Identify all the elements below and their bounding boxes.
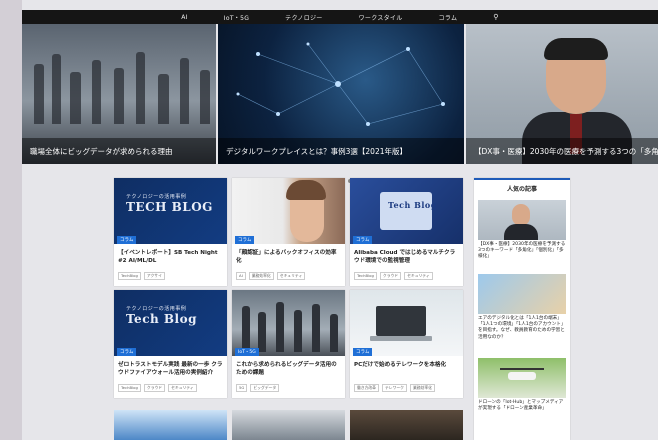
article-title[interactable]: PCだけで始めるテレワークを本格化: [354, 361, 459, 369]
popular-article-thumbnail: [478, 358, 566, 398]
popular-article[interactable]: ドローンの「Iot-Hub」とマップメディアが実現する「ドローン産業革命」: [478, 358, 566, 412]
article-thumbnail: [232, 178, 345, 244]
tag[interactable]: アクサイ: [143, 272, 165, 280]
article-thumbnail: テクノロジーの活用事例 TECH BLOG: [114, 178, 227, 244]
top-nav: AI IoT・5G テクノロジー ワークスタイル コラム ⚲: [22, 10, 658, 24]
tag[interactable]: ビッグデータ: [250, 384, 280, 392]
article-card[interactable]: テクノロジーの活用事例 TECH BLOG コラム 【イベントレポート】SB T…: [114, 178, 227, 286]
article-title[interactable]: ゼロトラストモデル実践 最新の一歩 クラウドファイアウォール活用の実例紹介: [118, 361, 223, 377]
article-card[interactable]: コラム PCだけで始めるテレワークを本格化 働き方改革 テレワーク 業務効率化: [350, 290, 463, 398]
tag-list: AI 業務効率化 セキュリティ: [236, 272, 306, 280]
article-card-partial[interactable]: [350, 410, 463, 440]
sidebar-heading: 人気の記事: [474, 178, 570, 196]
article-title[interactable]: 「顔認証」によるバックオフィスの効率化: [236, 249, 341, 265]
popular-article-title: ドローンの「Iot-Hub」とマップメディアが実現する「ドローン産業革命」: [478, 400, 564, 412]
category-badge[interactable]: コラム: [117, 236, 137, 244]
nav-item-column[interactable]: コラム: [439, 13, 458, 22]
nav-item-workstyle[interactable]: ワークスタイル: [359, 13, 403, 22]
tag[interactable]: クラウド: [143, 384, 166, 392]
article-title[interactable]: 【イベントレポート】SB Tech Night #2 AI/ML/DL: [118, 249, 223, 265]
category-badge[interactable]: IoT・5G: [235, 348, 259, 356]
tag[interactable]: 働き方改革: [354, 384, 379, 392]
article-thumbnail: [350, 290, 463, 356]
tag[interactable]: クラウド: [379, 272, 402, 280]
article-title[interactable]: これから求められるビッグデータ活用のための課題: [236, 361, 341, 377]
popular-article-title: 【DX事・医療】2030年の医療を予測する3つのキーワード「多角化」「個別化」「…: [478, 242, 566, 260]
tag[interactable]: セキュリティ: [168, 384, 197, 392]
article-card[interactable]: コラム 「顔認証」によるバックオフィスの効率化 AI 業務効率化 セキュリティ: [232, 178, 345, 286]
popular-article-thumbnail: [478, 200, 566, 240]
article-thumbnail: [232, 290, 345, 356]
page: AI IoT・5G テクノロジー ワークスタイル コラム ⚲ 職場全体にビッグデ…: [22, 0, 658, 440]
nav-item-ai[interactable]: AI: [181, 14, 187, 21]
hero-carousel: 職場全体にビッグデータが求められる理由 デジタルワークプレイスとは？事例3選【2…: [22, 24, 658, 183]
nav-item-iot[interactable]: IoT・5G: [224, 13, 249, 22]
popular-articles-sidebar: 人気の記事 【DX事・医療】2030年の医療を予測する3つのキーワード「多角化」…: [474, 178, 570, 440]
tag-list: TechBlog クラウド セキュリティ: [354, 272, 433, 280]
tag[interactable]: TechBlog: [118, 384, 141, 392]
category-badge[interactable]: コラム: [353, 236, 373, 244]
tag-list: TechBlog クラウド セキュリティ: [118, 384, 197, 392]
article-title[interactable]: Alibaba Cloud ではじめるマルチクラウド環境での監視管理: [354, 249, 459, 265]
nav-item-technology[interactable]: テクノロジー: [285, 13, 322, 22]
article-card-partial[interactable]: [114, 410, 227, 440]
category-badge[interactable]: コラム: [235, 236, 255, 244]
article-card[interactable]: Tech Blog コラム Alibaba Cloud ではじめるマルチクラウド…: [350, 178, 463, 286]
popular-article-thumbnail: [478, 274, 566, 314]
article-thumbnail: テクノロジーの活用事例 Tech Blog: [114, 290, 227, 356]
tag-list: 働き方改革 テレワーク 業務効率化: [354, 384, 435, 392]
popular-article[interactable]: エアのデジタル化とは「1人1台の端末」「1人1つの環境」「1人1台のアカウント」…: [478, 274, 566, 341]
hero-slide-3[interactable]: 【DX事・医療】2030年の医療を予測する3つの「多角化」「個別化」「多様化」: [466, 24, 658, 164]
hero-slide-2[interactable]: デジタルワークプレイスとは？事例3選【2021年版】: [218, 24, 464, 164]
tag[interactable]: セキュリティ: [404, 272, 433, 280]
tag[interactable]: 業務効率化: [248, 272, 274, 280]
category-badge[interactable]: コラム: [353, 348, 373, 356]
tag[interactable]: 業務効率化: [409, 384, 435, 392]
tag[interactable]: TechBlog: [118, 272, 141, 280]
article-card[interactable]: テクノロジーの活用事例 Tech Blog コラム ゼロトラストモデル実践 最新…: [114, 290, 227, 398]
article-card-partial[interactable]: [232, 410, 345, 440]
article-thumbnail: Tech Blog: [350, 178, 463, 244]
tag[interactable]: AI: [236, 272, 246, 280]
tag-list: 5G ビッグデータ: [236, 384, 280, 392]
tag[interactable]: 5G: [236, 384, 248, 392]
hero-caption-2: デジタルワークプレイスとは？事例3選【2021年版】: [218, 138, 464, 164]
popular-article-title: エアのデジタル化とは「1人1台の端末」「1人1つの環境」「1人1台のアカウント」…: [478, 316, 566, 340]
article-card[interactable]: IoT・5G これから求められるビッグデータ活用のための課題 5G ビッグデータ: [232, 290, 345, 398]
tag[interactable]: テレワーク: [381, 384, 407, 392]
hero-caption-3: 【DX事・医療】2030年の医療を予測する3つの「多角化」「個別化」「多様化」: [466, 138, 658, 164]
search-icon[interactable]: ⚲: [493, 13, 498, 21]
tag-list: TechBlog アクサイ: [118, 272, 165, 280]
category-badge[interactable]: コラム: [117, 348, 137, 356]
tag[interactable]: セキュリティ: [276, 272, 306, 280]
hero-caption-1: 職場全体にビッグデータが求められる理由: [22, 138, 216, 164]
tag[interactable]: TechBlog: [354, 272, 377, 280]
hero-slide-1[interactable]: 職場全体にビッグデータが求められる理由: [22, 24, 216, 164]
popular-article[interactable]: 【DX事・医療】2030年の医療を予測する3つのキーワード「多角化」「個別化」「…: [478, 200, 566, 261]
